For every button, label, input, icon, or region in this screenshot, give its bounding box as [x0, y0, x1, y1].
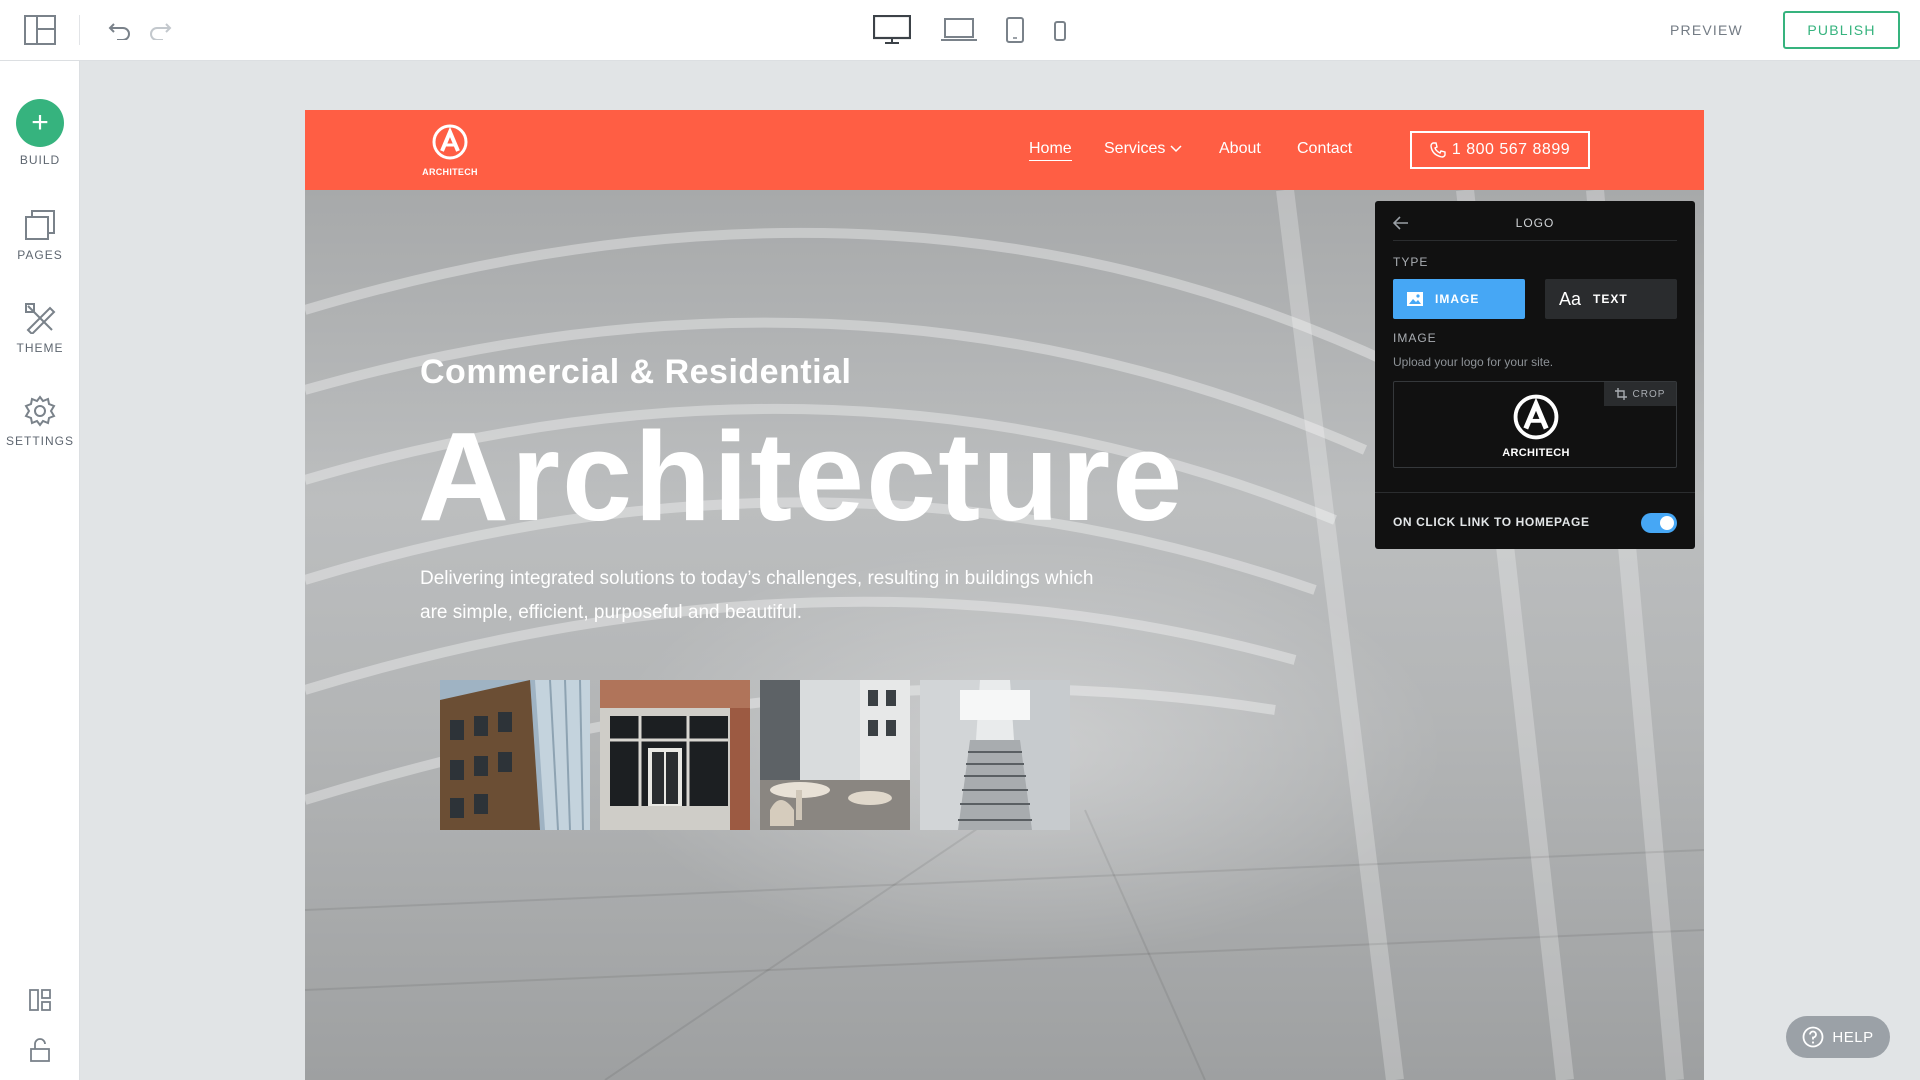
- logo-mark-icon: [1513, 394, 1559, 440]
- image-label: IMAGE: [1393, 331, 1437, 345]
- help-label: HELP: [1832, 1028, 1874, 1046]
- preview-button[interactable]: PREVIEW: [1660, 14, 1753, 46]
- nav-services-label: Services: [1104, 140, 1166, 157]
- hero-subtitle[interactable]: Commercial & Residential: [420, 353, 851, 392]
- nav-contact[interactable]: Contact: [1297, 140, 1352, 158]
- sidebar-item-build[interactable]: + BUILD: [0, 99, 80, 167]
- laptop-icon[interactable]: [940, 16, 978, 44]
- sidebar-item-settings[interactable]: SETTINGS: [0, 394, 80, 448]
- upload-hint: Upload your logo for your site.: [1393, 355, 1554, 369]
- mobile-icon[interactable]: [1053, 18, 1067, 44]
- layout-icon[interactable]: [22, 15, 58, 45]
- sidebar-item-label: SETTINGS: [5, 434, 74, 448]
- publish-button[interactable]: PUBLISH: [1783, 11, 1900, 49]
- logo-mark-icon: [432, 124, 468, 160]
- crop-label: CROP: [1632, 388, 1666, 400]
- text-type-icon: Aa: [1559, 288, 1582, 309]
- desktop-icon[interactable]: [872, 14, 912, 46]
- image-icon: [1407, 292, 1423, 306]
- nav-services[interactable]: Services: [1104, 140, 1182, 158]
- type-text-label: TEXT: [1593, 292, 1628, 306]
- type-label: TYPE: [1393, 255, 1429, 269]
- nav-about[interactable]: About: [1219, 140, 1261, 158]
- question-icon: [1803, 1026, 1824, 1048]
- toolbar-divider: [79, 15, 80, 45]
- phone-icon: [1430, 142, 1446, 158]
- type-image-button[interactable]: IMAGE: [1393, 279, 1525, 319]
- sidebar-item-label: BUILD: [19, 153, 61, 167]
- type-image-label: IMAGE: [1435, 292, 1480, 306]
- panel-divider: [1375, 492, 1695, 493]
- phone-number: 1 800 567 8899: [1451, 141, 1571, 158]
- homepage-link-toggle[interactable]: [1641, 513, 1677, 533]
- nav-home[interactable]: Home: [1029, 140, 1072, 161]
- gallery-image-4[interactable]: [920, 680, 1070, 830]
- undo-icon[interactable]: [106, 16, 134, 44]
- homepage-link-label: ON CLICK LINK TO HOMEPAGE: [1393, 515, 1590, 529]
- crop-button[interactable]: CROP: [1604, 382, 1676, 406]
- sidebar-item-theme[interactable]: THEME: [0, 301, 80, 355]
- gallery-image-3[interactable]: [760, 680, 910, 830]
- top-toolbar: PREVIEW PUBLISH: [0, 0, 1920, 61]
- logo-preview-text: ARCHITECH: [1502, 447, 1570, 459]
- crop-icon: [1614, 388, 1627, 400]
- toggle-knob: [1660, 516, 1674, 530]
- pages-icon: [23, 208, 57, 242]
- theme-icon: [23, 301, 57, 335]
- chevron-down-icon: [1170, 145, 1182, 153]
- hero-description[interactable]: Delivering integrated solutions to today…: [420, 562, 1120, 630]
- phone-button[interactable]: 1 800 567 8899: [1410, 131, 1590, 169]
- panel-title: LOGO: [1515, 216, 1555, 230]
- hero-title[interactable]: Architecture: [418, 407, 1184, 547]
- sidebar-item-pages[interactable]: PAGES: [0, 208, 80, 262]
- left-sidebar: + BUILD PAGES THEME SETTINGS: [0, 61, 80, 1080]
- logo-upload-area[interactable]: CROP ARCHITECH: [1393, 381, 1677, 468]
- redo-icon[interactable]: [146, 16, 174, 44]
- sidebar-item-label: THEME: [16, 341, 64, 355]
- type-text-button[interactable]: Aa TEXT: [1545, 279, 1677, 319]
- lock-button[interactable]: [0, 1037, 80, 1063]
- gallery-image-2[interactable]: [600, 680, 750, 830]
- plus-icon: +: [16, 99, 64, 147]
- layout-grid-icon: [27, 987, 53, 1013]
- site-logo[interactable]: ARCHITECH: [420, 124, 480, 178]
- help-button[interactable]: HELP: [1786, 1016, 1890, 1058]
- unlock-icon: [27, 1037, 53, 1063]
- layout-grid-button[interactable]: [0, 987, 80, 1013]
- gear-icon: [23, 394, 57, 428]
- logo-text: ARCHITECH: [422, 167, 478, 177]
- sidebar-item-label: PAGES: [17, 248, 63, 262]
- site-header[interactable]: ARCHITECH Home Services About Contact 1 …: [305, 110, 1704, 190]
- panel-header: LOGO: [1392, 211, 1677, 241]
- logo-preview: ARCHITECH: [1498, 394, 1574, 459]
- gallery-image-1[interactable]: [440, 680, 590, 830]
- tablet-icon[interactable]: [1004, 14, 1026, 46]
- logo-settings-panel: LOGO TYPE IMAGE Aa TEXT IMAGE Upload you…: [1375, 201, 1695, 549]
